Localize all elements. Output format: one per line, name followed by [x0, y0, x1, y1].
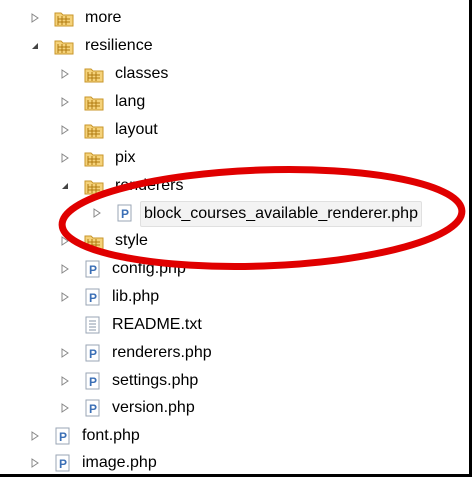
svg-text:P: P: [121, 207, 129, 221]
package-folder-icon: [84, 149, 104, 167]
chevron-right-icon[interactable]: [60, 376, 70, 386]
chevron-down-icon[interactable]: [30, 41, 40, 51]
php-file-icon: P: [84, 344, 104, 362]
tree-item-label: config.php: [112, 260, 186, 277]
tree-item-renderers[interactable]: renderers: [0, 172, 469, 200]
tree-item-font-php[interactable]: P font.php: [0, 422, 469, 450]
php-file-icon: P: [84, 399, 104, 417]
package-folder-icon: [54, 37, 74, 55]
svg-text:P: P: [59, 457, 67, 471]
chevron-right-icon[interactable]: [60, 97, 70, 107]
chevron-right-icon[interactable]: [60, 153, 70, 163]
php-file-icon: P: [84, 288, 104, 306]
tree-item-resilience[interactable]: resilience: [0, 32, 469, 60]
tree-item-more[interactable]: more: [0, 4, 469, 32]
tree-item-label: renderers: [115, 177, 184, 194]
tree-item-label: image.php: [82, 454, 157, 471]
tree-item-label: resilience: [85, 37, 153, 54]
tree-item-readme-txt[interactable]: README.txt: [0, 311, 469, 339]
svg-text:P: P: [59, 430, 67, 444]
tree-item-style[interactable]: style: [0, 227, 469, 255]
tree-item-version-php[interactable]: P version.php: [0, 394, 469, 422]
chevron-right-icon[interactable]: [60, 264, 70, 274]
chevron-right-icon[interactable]: [60, 236, 70, 246]
svg-text:P: P: [89, 402, 97, 416]
chevron-right-icon[interactable]: [30, 431, 40, 441]
tree-item-lang[interactable]: lang: [0, 88, 469, 116]
tree-item-renderers-php[interactable]: P renderers.php: [0, 339, 469, 367]
chevron-right-icon[interactable]: [60, 348, 70, 358]
package-folder-icon: [84, 93, 104, 111]
tree-item-block-courses-available-renderer[interactable]: P block_courses_available_renderer.php: [0, 199, 469, 227]
package-folder-icon: [84, 177, 104, 195]
tree-item-label: settings.php: [112, 372, 199, 389]
tree-item-label: layout: [115, 121, 158, 138]
tree-item-config-php[interactable]: P config.php: [0, 255, 469, 283]
text-file-icon: [84, 316, 104, 334]
chevron-down-icon[interactable]: [60, 181, 70, 191]
tree-item-settings-php[interactable]: P settings.php: [0, 367, 469, 395]
tree-item-layout[interactable]: layout: [0, 116, 469, 144]
tree-item-classes[interactable]: classes: [0, 60, 469, 88]
chevron-right-icon[interactable]: [60, 125, 70, 135]
tree-item-label: renderers.php: [112, 344, 212, 361]
package-folder-icon: [84, 121, 104, 139]
tree-item-label: lib.php: [112, 288, 160, 305]
php-file-icon: P: [54, 427, 74, 445]
svg-text:P: P: [89, 375, 97, 389]
chevron-right-icon[interactable]: [30, 458, 40, 468]
php-file-icon: P: [116, 204, 136, 222]
package-folder-icon: [84, 232, 104, 250]
tree-item-pix[interactable]: pix: [0, 144, 469, 172]
tree-item-label: version.php: [112, 399, 195, 416]
tree-item-label: lang: [115, 93, 146, 110]
tree-item-label: README.txt: [112, 316, 202, 333]
tree-item-label: style: [115, 232, 148, 249]
tree-item-label: more: [85, 9, 122, 26]
svg-text:P: P: [89, 291, 97, 305]
chevron-right-icon[interactable]: [60, 69, 70, 79]
chevron-right-icon[interactable]: [92, 208, 102, 218]
svg-text:P: P: [89, 347, 97, 361]
tree-item-image-php[interactable]: P image.php: [0, 449, 469, 477]
chevron-right-icon[interactable]: [60, 403, 70, 413]
tree-item-label: classes: [115, 65, 169, 82]
tree-item-label: font.php: [82, 427, 140, 444]
tree-item-label: pix: [115, 149, 136, 166]
php-file-icon: P: [54, 454, 74, 472]
project-explorer-tree: more resilience classes lang layout pix …: [0, 0, 469, 474]
tree-item-lib-php[interactable]: P lib.php: [0, 283, 469, 311]
chevron-right-icon[interactable]: [30, 13, 40, 23]
tree-item-label: block_courses_available_renderer.php: [144, 205, 418, 222]
php-file-icon: P: [84, 260, 104, 278]
chevron-right-icon[interactable]: [60, 292, 70, 302]
php-file-icon: P: [84, 372, 104, 390]
package-folder-icon: [54, 9, 74, 27]
svg-text:P: P: [89, 263, 97, 277]
package-folder-icon: [84, 65, 104, 83]
